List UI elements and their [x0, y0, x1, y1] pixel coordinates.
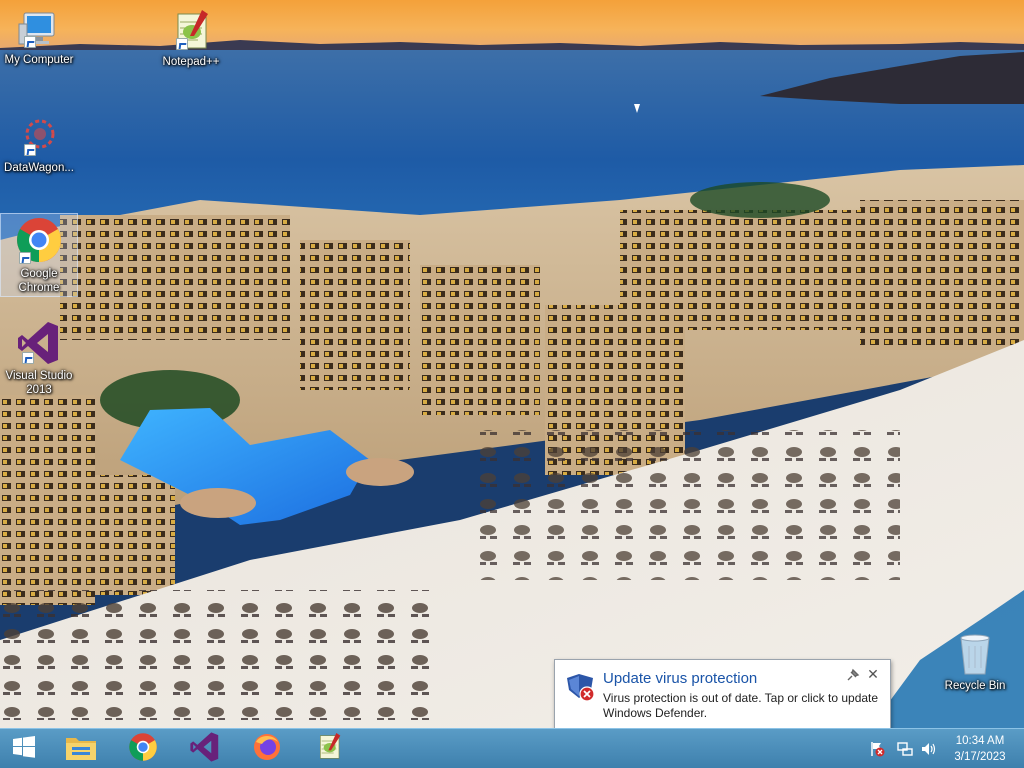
taskbar: 10:34 AM 3/17/2023: [0, 728, 1024, 768]
notification-body: Virus protection is out of date. Tap or …: [603, 691, 879, 720]
desktop-icon-google-chrome[interactable]: Google Chrome: [0, 213, 78, 297]
taskbar-chrome[interactable]: [112, 729, 174, 768]
taskbar-file-explorer[interactable]: [50, 729, 112, 768]
desktop-icon-recycle-bin[interactable]: Recycle Bin: [936, 632, 1014, 693]
start-button[interactable]: [0, 729, 48, 768]
notepad-plus-plus-icon: [170, 10, 212, 52]
desktop-icon-label: Visual Studio 2013: [5, 370, 73, 396]
desktop-icon-datawagon[interactable]: DataWagon...: [0, 116, 78, 175]
visual-studio-icon: [18, 320, 60, 366]
windows-logo-icon: [12, 735, 36, 764]
firefox-icon: [252, 732, 282, 767]
clock-date: 3/17/2023: [954, 751, 1006, 763]
visual-studio-icon: [190, 731, 220, 768]
desktop-icon-label: Notepad++: [162, 56, 220, 68]
action-center-flag-icon[interactable]: [869, 741, 885, 757]
desktop-icon-label: DataWagon...: [4, 162, 74, 174]
desktop-icon-visual-studio-2013[interactable]: Visual Studio 2013: [0, 320, 78, 397]
pin-icon[interactable]: [846, 668, 860, 682]
desktop-icon-label: Recycle Bin: [944, 680, 1006, 692]
taskbar-firefox[interactable]: [236, 729, 298, 768]
desktop-icon-label: My Computer: [4, 54, 74, 66]
clock-time: 10:34 AM: [955, 735, 1005, 747]
notification-title: Update virus protection: [603, 670, 758, 687]
recycle-bin-icon: [957, 632, 993, 676]
close-icon[interactable]: ✕: [866, 667, 880, 681]
network-icon[interactable]: [897, 741, 913, 757]
notepad-plus-plus-icon: [315, 732, 343, 767]
desktop-wallpaper: [0, 0, 1024, 728]
chrome-icon: [15, 216, 63, 264]
defender-balloon-notification[interactable]: Update virus protection Virus protection…: [554, 659, 891, 740]
taskbar-visual-studio[interactable]: [174, 729, 236, 768]
datawagon-icon: [18, 116, 60, 158]
taskbar-notepad-plus-plus[interactable]: [298, 729, 360, 768]
chrome-icon: [128, 732, 158, 767]
taskbar-clock[interactable]: 10:34 AM 3/17/2023: [944, 733, 1016, 765]
desktop-icon-notepad-plus-plus[interactable]: Notepad++: [152, 10, 230, 69]
desktop-icon-label: Google Chrome: [18, 268, 60, 294]
computer-icon: [18, 10, 60, 50]
file-explorer-icon: [64, 732, 98, 767]
defender-warning-shield-icon: [565, 670, 597, 702]
volume-icon[interactable]: [921, 741, 937, 757]
desktop-icon-my-computer[interactable]: My Computer: [0, 10, 78, 67]
